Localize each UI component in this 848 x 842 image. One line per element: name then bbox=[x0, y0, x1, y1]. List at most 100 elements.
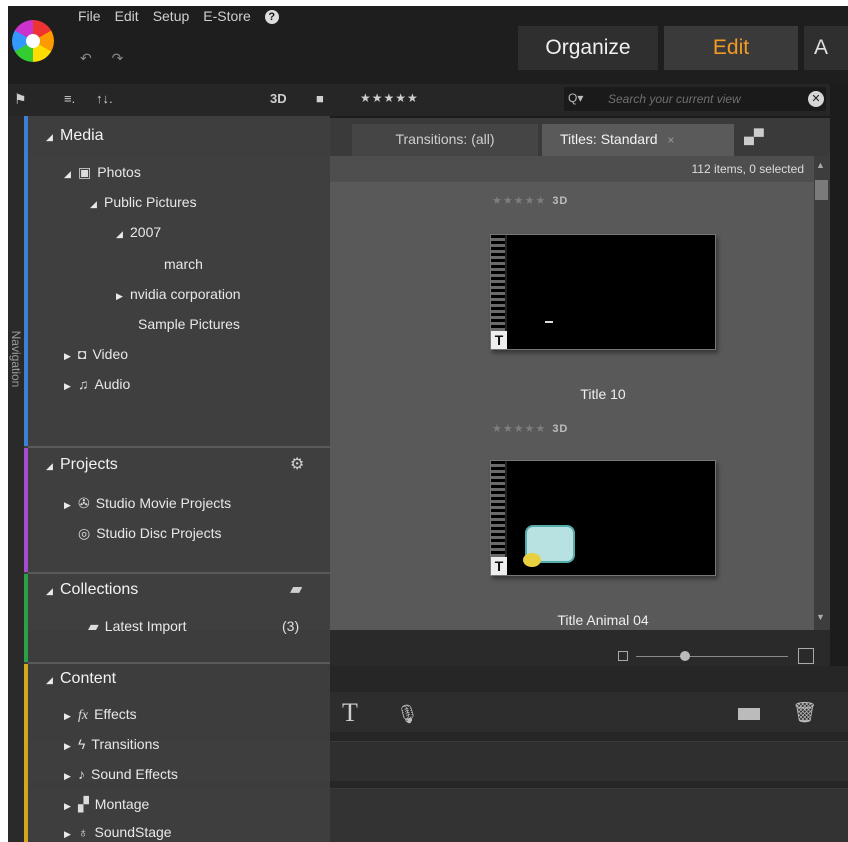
menu-bar: File Edit Setup E-Store ? bbox=[78, 8, 279, 28]
collapsed-icon: ▶ bbox=[64, 771, 71, 781]
note-icon: ♪ bbox=[78, 766, 85, 782]
trash-icon[interactable]: 🗑 bbox=[792, 700, 817, 725]
browser-scrollbar[interactable] bbox=[814, 156, 830, 630]
add-tab-icon[interactable]: ▄▀ bbox=[744, 128, 764, 144]
close-tab-icon[interactable]: × bbox=[668, 133, 675, 147]
lightning-icon: ϟ bbox=[78, 736, 86, 752]
title-type-icon: T bbox=[491, 331, 507, 349]
film-reel-icon: ✇ bbox=[78, 495, 90, 511]
scroll-up-icon[interactable]: ▲ bbox=[816, 160, 825, 170]
content-header[interactable]: ◢ Content bbox=[46, 670, 116, 688]
tab-titles-label: Titles: Standard bbox=[560, 131, 658, 147]
collection-icon: ▰ bbox=[88, 618, 99, 634]
collapsed-icon: ▶ bbox=[64, 711, 71, 721]
tree-item-audio[interactable]: ▶ ♫ Audio bbox=[64, 376, 130, 392]
clip-thumbnail[interactable]: T bbox=[490, 460, 716, 576]
help-icon[interactable]: ? bbox=[264, 10, 279, 24]
clear-search-icon[interactable]: ✕ bbox=[808, 91, 824, 107]
projects-header[interactable]: ◢ Projects bbox=[46, 456, 118, 474]
view-mode-button[interactable]: ≡. bbox=[64, 91, 75, 106]
tab-transitions[interactable]: Transitions: (all) bbox=[352, 124, 538, 156]
title-editor-icon[interactable]: T bbox=[342, 698, 358, 728]
expanded-icon: ◢ bbox=[46, 586, 53, 596]
menu-file[interactable]: File bbox=[78, 8, 101, 28]
app-logo-icon bbox=[12, 20, 54, 62]
new-project-icon[interactable]: ⚙ bbox=[290, 454, 304, 474]
video-camera-icon: ◘ bbox=[78, 346, 87, 362]
tree-item-nvidia[interactable]: ▶ nvidia corporation bbox=[116, 286, 241, 302]
collapsed-icon: ▶ bbox=[64, 801, 71, 811]
rating-filter[interactable]: ★★★★★ bbox=[360, 91, 419, 105]
menu-estore[interactable]: E-Store bbox=[203, 8, 250, 28]
search-box[interactable]: Q▾ Search your current view ✕ bbox=[564, 87, 826, 111]
scrollbar-thumb[interactable] bbox=[815, 180, 828, 200]
menu-edit[interactable]: Edit bbox=[115, 8, 139, 28]
soundstage-icon: ♁ bbox=[78, 824, 89, 840]
tab-organize[interactable]: Organize bbox=[518, 26, 658, 70]
clip-title: Title 10 bbox=[580, 386, 626, 402]
zoom-slider[interactable] bbox=[636, 656, 788, 657]
tree-item-sample-pictures[interactable]: Sample Pictures bbox=[138, 316, 240, 332]
collapsed-icon: ▶ bbox=[64, 351, 71, 361]
tree-item-public-pictures[interactable]: ◢ Public Pictures bbox=[90, 194, 197, 210]
storyboard-icon[interactable] bbox=[738, 708, 760, 720]
app-window: File Edit Setup E-Store ? ↶ ↷ Organize E… bbox=[8, 6, 848, 842]
voice-over-icon[interactable]: 🎙 bbox=[396, 704, 419, 725]
3d-filter-button[interactable]: 3D bbox=[270, 91, 287, 106]
disc-icon: ◎ bbox=[78, 525, 91, 541]
collapsed-icon: ▶ bbox=[64, 741, 71, 751]
expanded-icon: ◢ bbox=[64, 169, 71, 179]
clip-thumbnail[interactable]: T bbox=[490, 234, 716, 350]
collapsed-icon: ▶ bbox=[64, 829, 71, 839]
undo-redo-buttons[interactable]: ↶ ↷ bbox=[80, 50, 131, 67]
fx-icon: fx bbox=[78, 708, 89, 723]
clip-rating[interactable]: ★★★★★ 3D bbox=[492, 194, 568, 207]
clip-rating[interactable]: ★★★★★ 3D bbox=[492, 422, 568, 435]
menu-setup[interactable]: Setup bbox=[153, 8, 190, 28]
tree-item-disc-projects[interactable]: ◎ Studio Disc Projects bbox=[78, 525, 222, 542]
expanded-icon: ◢ bbox=[46, 461, 53, 471]
expanded-icon: ◢ bbox=[46, 132, 53, 142]
expanded-icon: ◢ bbox=[116, 229, 123, 239]
music-note-icon: ♫ bbox=[78, 376, 89, 392]
tree-item-transitions[interactable]: ▶ ϟ Transitions bbox=[64, 736, 159, 752]
tab-edit[interactable]: Edit bbox=[664, 26, 798, 70]
montage-icon: ▞ bbox=[78, 796, 89, 812]
camera-icon: ▣ bbox=[78, 164, 92, 180]
tree-item-sound-effects[interactable]: ▶ ♪ Sound Effects bbox=[64, 766, 178, 782]
title-type-icon: T bbox=[491, 557, 507, 575]
clip-title: Title Animal 04 bbox=[557, 612, 649, 628]
new-collection-icon[interactable]: ▰ bbox=[290, 579, 302, 599]
zoom-in-icon[interactable] bbox=[798, 648, 814, 664]
zoom-slider-handle[interactable] bbox=[680, 651, 690, 661]
tree-item-video[interactable]: ▶ ◘ Video bbox=[64, 346, 128, 362]
tree-item-effects[interactable]: ▶ fx Effects bbox=[64, 706, 137, 724]
tree-item-movie-projects[interactable]: ▶ ✇ Studio Movie Projects bbox=[64, 495, 231, 512]
collections-header[interactable]: ◢ Collections bbox=[46, 581, 138, 599]
scroll-down-icon[interactable]: ▼ bbox=[816, 612, 825, 622]
expanded-icon: ◢ bbox=[46, 675, 53, 685]
content-section bbox=[24, 664, 330, 842]
tree-item-soundstage[interactable]: ▶ ♁ SoundStage bbox=[64, 824, 172, 840]
collapsed-icon: ▶ bbox=[64, 381, 71, 391]
search-input[interactable]: Search your current view bbox=[608, 92, 741, 106]
media-header[interactable]: ◢ Media bbox=[46, 127, 104, 145]
tree-item-montage[interactable]: ▶ ▞ Montage bbox=[64, 796, 149, 813]
expanded-icon: ◢ bbox=[90, 199, 97, 209]
collapsed-icon: ▶ bbox=[64, 500, 71, 510]
collapsed-icon: ▶ bbox=[116, 291, 123, 301]
navigation-side-tab[interactable] bbox=[8, 116, 24, 842]
tree-item-2007[interactable]: ◢ 2007 bbox=[116, 224, 161, 240]
tab-author[interactable]: A bbox=[804, 26, 848, 70]
add-to-collection-icon[interactable]: ⚑ bbox=[14, 91, 27, 108]
sort-button[interactable]: ↑↓. bbox=[96, 91, 113, 106]
library-toolbar: ⚑ ≡. ↑↓. 3D ■ ★★★★★ Q▾ Search your curre… bbox=[8, 84, 830, 116]
tag-filter-icon[interactable]: ■ bbox=[316, 91, 324, 106]
tree-item-latest-import[interactable]: ▰ Latest Import bbox=[88, 618, 186, 635]
tree-item-march[interactable]: march bbox=[164, 256, 203, 272]
tab-titles[interactable]: Titles: Standard × bbox=[542, 124, 734, 156]
zoom-out-icon[interactable] bbox=[618, 651, 628, 661]
search-icon[interactable]: Q▾ bbox=[568, 91, 583, 105]
collection-count: (3) bbox=[282, 618, 300, 634]
tree-item-photos[interactable]: ◢ ▣ Photos bbox=[64, 164, 141, 181]
